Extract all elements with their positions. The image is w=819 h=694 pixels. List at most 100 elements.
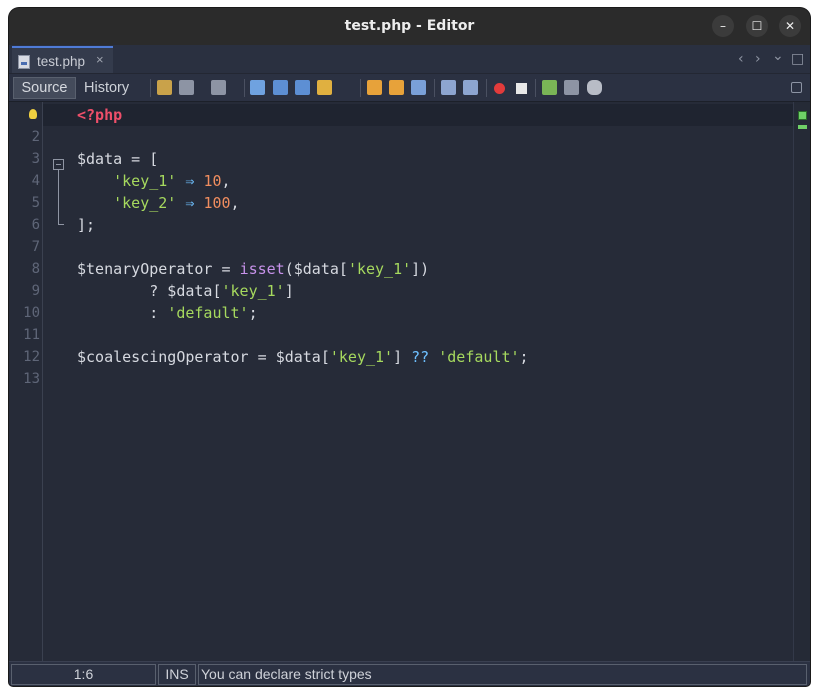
- maximize-editor-icon[interactable]: □: [791, 52, 804, 66]
- variable: $tenaryOperator: [77, 260, 213, 278]
- tab-label: test.php: [37, 54, 86, 69]
- title-bar: test.php - Editor – ☐ ✕: [9, 8, 810, 45]
- code-text: ]): [411, 260, 430, 278]
- string-literal: 'key_1': [221, 282, 285, 300]
- shift-left-icon[interactable]: [441, 80, 456, 95]
- previous-bookmark-icon[interactable]: [367, 80, 382, 95]
- toolbar-separator: [535, 79, 536, 97]
- code-editor[interactable]: 2 3 4 5 6 7 8 9 10 11 12 13 <?php $data …: [9, 102, 810, 661]
- maximize-button[interactable]: ☐: [746, 15, 768, 37]
- fold-guide-end: [58, 224, 64, 225]
- no-errors-indicator-icon: [798, 111, 807, 120]
- comment-icon[interactable]: [542, 80, 557, 95]
- lightbulb-hint-icon[interactable]: [29, 109, 37, 119]
- back-icon[interactable]: [179, 80, 194, 95]
- php-open-tag: <?php: [77, 106, 123, 124]
- tab-bar: test.php × ‹ › ⌄ □: [9, 45, 810, 73]
- arrow-operator: ⇒: [176, 194, 204, 212]
- code-text: =: [212, 260, 240, 278]
- line-number: 8: [31, 261, 40, 277]
- status-bar: 1:6 INS You can declare strict types: [9, 661, 810, 686]
- history-tab-button[interactable]: History: [84, 77, 129, 99]
- code-text: ;: [248, 304, 258, 322]
- tab-list-dropdown-icon[interactable]: ⌄: [772, 49, 784, 63]
- code-text: ,: [230, 194, 240, 212]
- line-number: 2: [31, 129, 40, 145]
- string-literal: 'key_2': [113, 194, 177, 212]
- code-line-10: : 'default';: [77, 302, 258, 324]
- number-literal: 10: [203, 172, 222, 190]
- code-line-6: ];: [77, 214, 95, 236]
- shift-right-icon[interactable]: [463, 80, 478, 95]
- string-literal: 'key_1': [113, 172, 177, 190]
- line-number-gutter: 2 3 4 5 6 7 8 9 10 11 12 13: [9, 102, 43, 661]
- hint-marker[interactable]: [798, 125, 807, 129]
- php-file-icon: [18, 55, 30, 69]
- close-button[interactable]: ✕: [779, 15, 801, 37]
- code-text: =: [248, 348, 276, 366]
- toolbar-separator: [244, 79, 245, 97]
- code-text: ]: [284, 282, 294, 300]
- code-text: :: [77, 304, 168, 322]
- line-number: 4: [31, 173, 40, 189]
- code-line-8: $tenaryOperator = isset($data['key_1']): [77, 258, 429, 280]
- code-text: $data[: [275, 348, 330, 366]
- stop-macro-icon[interactable]: [516, 83, 527, 94]
- number-literal: 100: [203, 194, 231, 212]
- string-literal: 'key_1': [347, 260, 412, 278]
- line-number: 12: [23, 349, 40, 365]
- toggle-highlight-icon[interactable]: [317, 80, 332, 95]
- status-message: You can declare strict types: [198, 664, 807, 685]
- code-line-9: ? $data['key_1']: [77, 280, 294, 302]
- next-bookmark-icon[interactable]: [389, 80, 404, 95]
- forward-icon[interactable]: [211, 80, 226, 95]
- toolbar-separator: [150, 79, 151, 97]
- line-number: 6: [31, 217, 40, 233]
- find-next-icon[interactable]: [295, 80, 310, 95]
- code-line-4: 'key_1' ⇒ 10,: [77, 170, 230, 192]
- code-line-1: <?php: [77, 104, 122, 126]
- code-area[interactable]: <?php $data = [ 'key_1' ⇒ 10, 'key_2' ⇒ …: [77, 102, 793, 661]
- toolbar-separator: [434, 79, 435, 97]
- coalescing-operator: ??: [411, 348, 430, 366]
- toolbar-separator: [486, 79, 487, 97]
- scroll-tabs-left-icon[interactable]: ‹: [738, 52, 744, 66]
- code-text: = [: [122, 150, 159, 168]
- last-edit-icon[interactable]: [157, 80, 172, 95]
- code-text: ;: [519, 348, 529, 366]
- string-literal: 'key_1': [329, 348, 394, 366]
- code-text: ]: [393, 348, 412, 366]
- code-line-5: 'key_2' ⇒ 100,: [77, 192, 240, 214]
- editor-toolbar: Source History: [9, 74, 810, 102]
- variable: $coalescingOperator: [77, 348, 249, 366]
- find-icon[interactable]: [250, 80, 265, 95]
- source-tab-button[interactable]: Source: [13, 77, 76, 99]
- fold-collapse-icon[interactable]: [53, 159, 64, 170]
- toolbar-separator: [360, 79, 361, 97]
- window-title: test.php - Editor: [344, 18, 475, 34]
- code-line-12: $coalescingOperator = $data['key_1'] ?? …: [77, 346, 529, 368]
- variable: $data: [77, 150, 123, 168]
- code-text: ];: [77, 216, 96, 234]
- uncomment-icon[interactable]: [564, 80, 579, 95]
- fold-guide: [58, 170, 59, 225]
- scroll-tabs-right-icon[interactable]: ›: [755, 52, 761, 66]
- line-number: 9: [31, 283, 40, 299]
- tab-close-icon[interactable]: ×: [96, 52, 104, 67]
- minimize-button[interactable]: –: [712, 15, 734, 37]
- error-stripe-scrollbar[interactable]: [793, 102, 810, 661]
- tab-test-php[interactable]: test.php ×: [12, 46, 113, 73]
- split-editor-icon[interactable]: [791, 82, 802, 93]
- toggle-bookmark-icon[interactable]: [411, 80, 426, 95]
- code-text: ($data[: [284, 260, 348, 278]
- line-number: 3: [31, 151, 40, 167]
- find-previous-icon[interactable]: [273, 80, 288, 95]
- function-name: isset: [239, 260, 285, 278]
- record-macro-icon[interactable]: [494, 83, 505, 94]
- database-icon[interactable]: [587, 80, 602, 95]
- arrow-operator: ⇒: [176, 172, 204, 190]
- line-number: 5: [31, 195, 40, 211]
